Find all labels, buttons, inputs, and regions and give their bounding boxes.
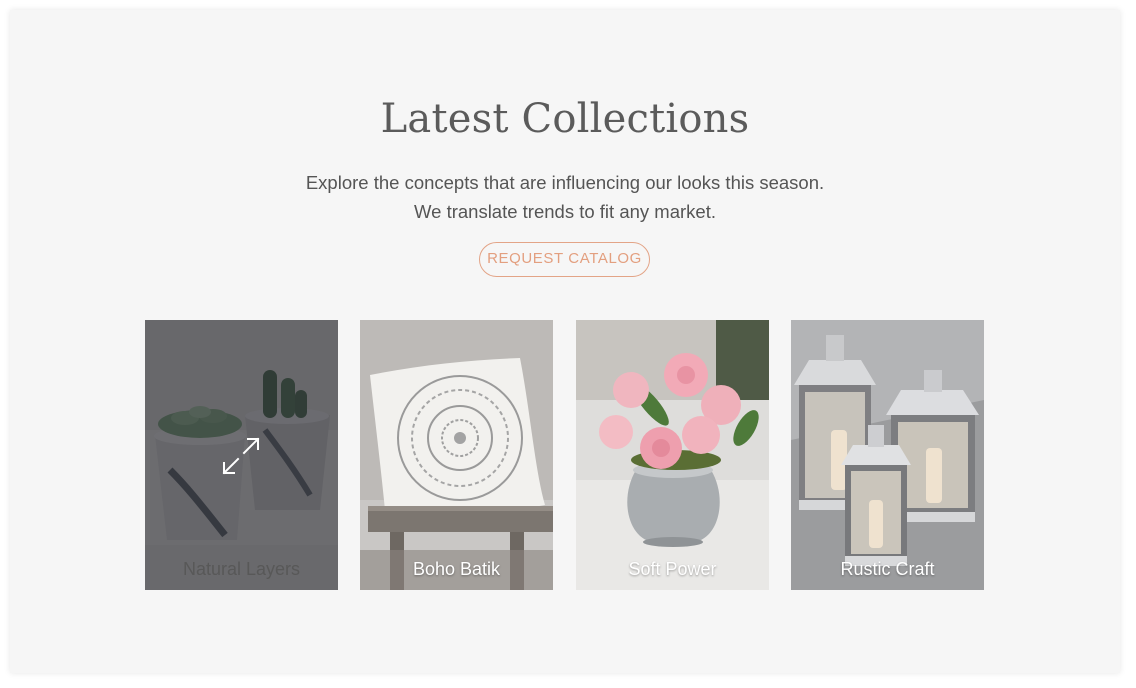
collection-card-label: Soft Power [628, 559, 717, 579]
expand-icon[interactable] [221, 436, 261, 476]
collection-card-rustic-craft[interactable]: Rustic Craft [791, 320, 984, 590]
request-catalog-button[interactable]: REQUEST CATALOG [479, 242, 650, 277]
boho-batik-image [360, 320, 553, 590]
collection-card-label: Natural Layers [182, 559, 301, 579]
collection-card-label: Rustic Craft [840, 559, 935, 579]
collection-card-soft-power[interactable]: Soft Power [576, 320, 769, 590]
section-title: Latest Collections [380, 96, 750, 142]
description-line-2: We translate trends to fit any market. [414, 201, 716, 222]
rustic-craft-image [791, 320, 984, 590]
collection-card-natural-layers[interactable]: Natural Layers [145, 320, 338, 590]
soft-power-image [576, 320, 769, 590]
description-line-1: Explore the concepts that are influencin… [305, 172, 825, 193]
collection-card-boho-batik[interactable]: Boho Batik [360, 320, 553, 590]
collections-section: Latest Collections Explore the concepts … [10, 10, 1120, 673]
section-description: Explore the concepts that are influencin… [10, 168, 1120, 226]
collection-card-label: Boho Batik [412, 559, 501, 579]
